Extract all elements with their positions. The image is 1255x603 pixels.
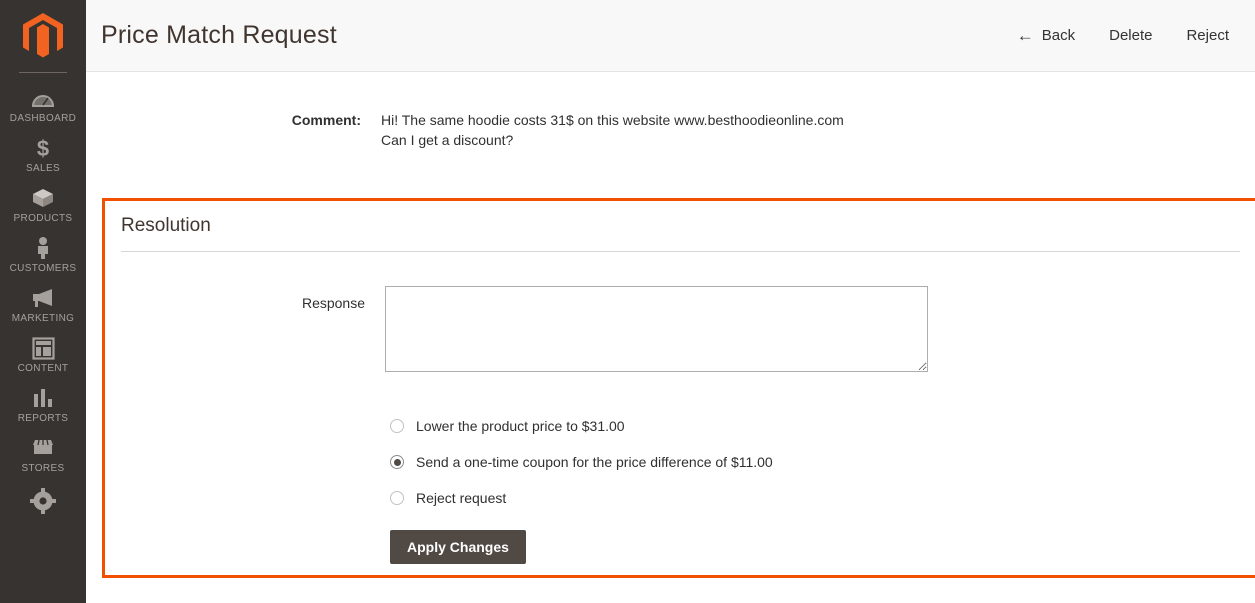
option-send-coupon-label: Send a one-time coupon for the price dif… (416, 454, 773, 470)
response-field-row: Response (105, 286, 1255, 372)
main-content: Price Match Request ← Back Delete Reject… (86, 0, 1255, 603)
admin-sidebar: Dashboard $ Sales Products (0, 0, 86, 603)
sidebar-item-label: Products (13, 213, 73, 224)
back-button-label: Back (1041, 27, 1076, 44)
radio-reject-request[interactable] (390, 491, 404, 505)
customers-person-icon (34, 235, 52, 261)
comment-line-1: Hi! The same hoodie costs 31$ on this we… (381, 112, 844, 128)
reject-button[interactable]: Reject (1184, 23, 1231, 48)
dashboard-icon (31, 85, 55, 111)
sidebar-item-customers[interactable]: Customers (0, 232, 86, 282)
delete-button[interactable]: Delete (1107, 23, 1154, 48)
sidebar-item-label: Marketing (11, 313, 75, 324)
svg-text:$: $ (37, 136, 49, 160)
sidebar-item-label: Customers (9, 263, 77, 274)
magento-logo-icon (23, 13, 63, 58)
comment-label: Comment: (291, 112, 361, 128)
option-lower-price-label: Lower the product price to $31.00 (416, 418, 625, 434)
comment-row: Comment: Hi! The same hoodie costs 31$ o… (86, 72, 1255, 150)
sidebar-item-content[interactable]: Content (0, 332, 86, 382)
comment-value: Hi! The same hoodie costs 31$ on this we… (381, 110, 844, 150)
sales-dollar-icon: $ (34, 135, 52, 161)
apply-changes-wrap: Apply Changes (105, 530, 1255, 564)
sidebar-item-label: Sales (26, 163, 60, 174)
system-gear-icon (30, 488, 56, 514)
sidebar-item-marketing[interactable]: Marketing (0, 282, 86, 332)
sidebar-divider (19, 72, 67, 73)
comment-line-2: Can I get a discount? (381, 132, 514, 148)
content-layout-icon (31, 335, 55, 361)
back-button[interactable]: ← Back (1015, 23, 1077, 48)
sidebar-item-stores[interactable]: Stores (0, 432, 86, 482)
option-reject-request[interactable]: Reject request (390, 480, 1255, 516)
resolution-body: Response Lower the product price to $31.… (105, 252, 1255, 564)
resolution-title: Resolution (121, 215, 211, 236)
radio-lower-price[interactable] (390, 419, 404, 433)
resolution-options: Lower the product price to $31.00 Send a… (105, 408, 1255, 516)
option-lower-price[interactable]: Lower the product price to $31.00 (390, 408, 1255, 444)
page-header: Price Match Request ← Back Delete Reject (86, 0, 1255, 72)
sidebar-item-label: Dashboard (9, 113, 77, 124)
magento-logo[interactable] (0, 0, 86, 72)
reject-button-label: Reject (1186, 27, 1229, 44)
marketing-megaphone-icon (30, 285, 56, 311)
sidebar-item-sales[interactable]: $ Sales (0, 132, 86, 182)
header-actions: ← Back Delete Reject (1015, 23, 1231, 48)
sidebar-item-dashboard[interactable]: Dashboard (0, 82, 86, 132)
option-send-coupon[interactable]: Send a one-time coupon for the price dif… (390, 444, 1255, 480)
admin-page: Dashboard $ Sales Products (0, 0, 1255, 603)
reports-bar-chart-icon (32, 385, 54, 411)
resolution-panel: Resolution Response Lower the product pr… (102, 198, 1255, 578)
stores-storefront-icon (30, 435, 56, 461)
sidebar-item-reports[interactable]: Reports (0, 382, 86, 432)
delete-button-label: Delete (1109, 27, 1153, 44)
sidebar-item-label: Content (17, 363, 69, 374)
apply-changes-button[interactable]: Apply Changes (390, 530, 526, 564)
arrow-left-icon: ← (1016, 26, 1034, 45)
sidebar-item-label: Reports (17, 413, 69, 424)
response-label: Response (301, 295, 365, 311)
option-reject-request-label: Reject request (416, 490, 507, 506)
products-box-icon (31, 185, 55, 211)
page-title: Price Match Request (101, 21, 337, 49)
sidebar-item-label: Stores (21, 463, 65, 474)
sidebar-item-system[interactable] (0, 482, 86, 532)
response-input[interactable] (385, 286, 928, 372)
radio-send-coupon[interactable] (390, 455, 404, 469)
sidebar-item-products[interactable]: Products (0, 182, 86, 232)
